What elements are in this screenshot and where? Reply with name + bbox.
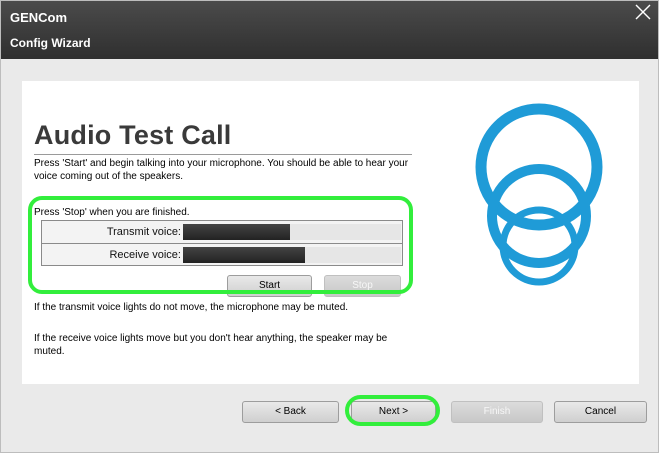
- config-wizard-window: GENCom Config Wizard Audio Test Call Pre…: [0, 0, 659, 453]
- instructions-text: Press 'Start' and begin talking into you…: [34, 158, 409, 182]
- transmit-meter-row: Transmit voice:: [42, 221, 402, 244]
- wizard-subtitle: Config Wizard: [10, 36, 91, 50]
- voice-meter-panel: Transmit voice: Receive voice:: [41, 220, 403, 266]
- speaker-muted-hint-text: If the receive voice lights move but you…: [34, 333, 388, 357]
- receive-voice-label: Receive voice:: [109, 249, 181, 261]
- close-icon[interactable]: [634, 3, 652, 21]
- transmit-meter-track: [183, 224, 401, 240]
- transmit-voice-level-bar: [183, 224, 290, 240]
- mic-muted-hint-text: If the transmit voice lights do not move…: [34, 302, 349, 313]
- app-title: GENCom: [10, 10, 68, 25]
- page-title: Audio Test Call: [34, 120, 232, 150]
- stop-hint-text: Press 'Stop' when you are finished.: [34, 207, 190, 218]
- receive-voice-level-bar: [183, 247, 306, 263]
- title-divider: [34, 154, 412, 155]
- stop-button[interactable]: Stop: [324, 275, 401, 297]
- title-bar: GENCom Config Wizard: [1, 1, 658, 59]
- receive-meter-row: Receive voice:: [42, 244, 402, 266]
- back-button[interactable]: < Back: [242, 401, 339, 423]
- concentric-rings-logo-icon: [475, 103, 603, 286]
- start-button[interactable]: Start: [227, 275, 312, 297]
- receive-meter-track: [183, 247, 401, 263]
- cancel-button[interactable]: Cancel: [554, 401, 647, 423]
- next-button[interactable]: Next >: [351, 401, 436, 423]
- finish-button[interactable]: Finish: [451, 401, 543, 423]
- transmit-voice-label: Transmit voice:: [106, 226, 181, 238]
